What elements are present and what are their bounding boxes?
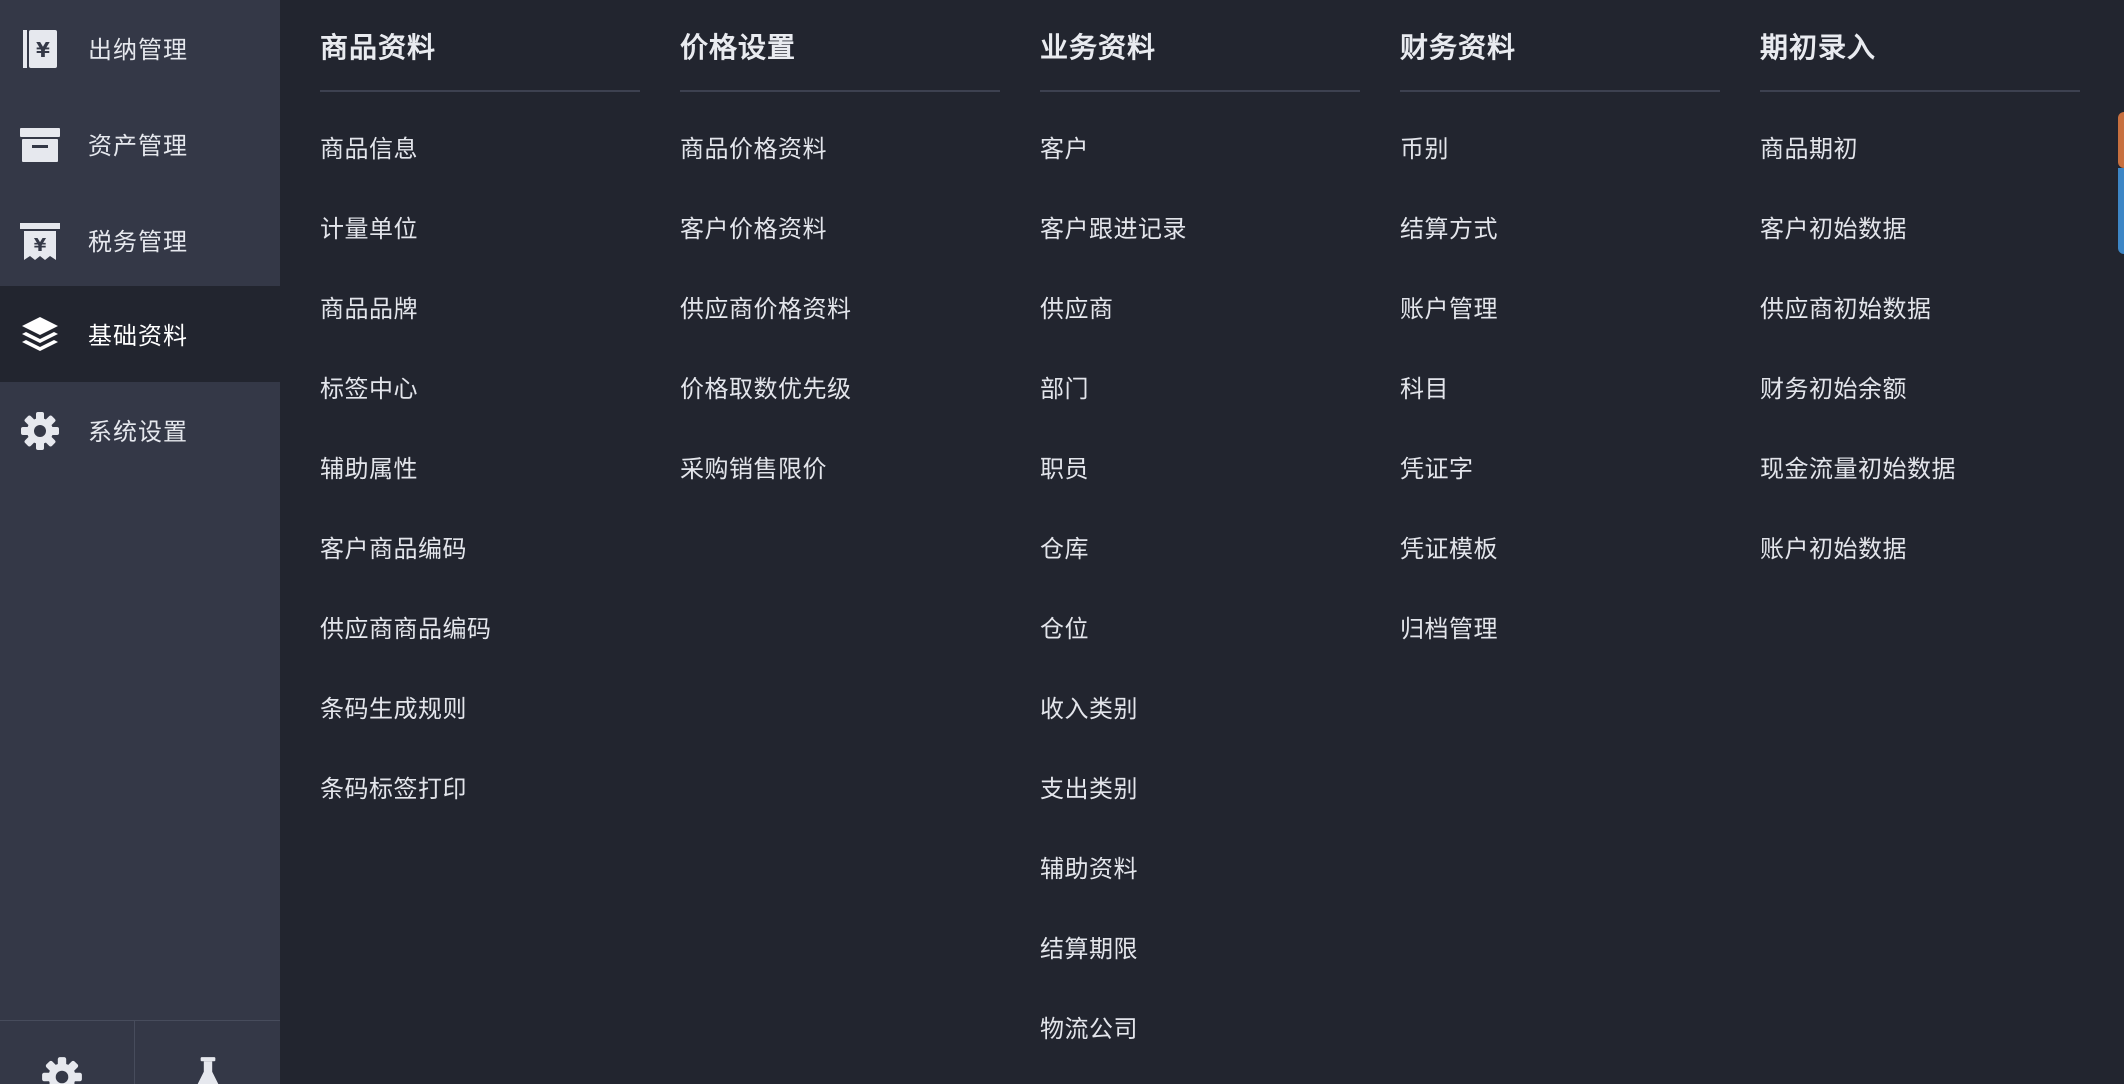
menu-item[interactable]: 客户价格资料	[680, 212, 827, 246]
menu-item[interactable]: 结算期限	[1040, 932, 1138, 966]
column-title: 商品资料	[320, 31, 437, 64]
menu-item[interactable]: 结算方式	[1400, 212, 1498, 246]
archive-box-icon	[19, 124, 61, 166]
sidebar: ¥ 出纳管理 资产管理 ¥ 税务管理 基础资料 系统设置	[0, 0, 280, 1084]
menu-item[interactable]: 辅助资料	[1040, 852, 1138, 886]
menu-item[interactable]: 物流公司	[1040, 1012, 1138, 1046]
sidebar-item-label: 出纳管理	[88, 36, 188, 64]
menu-item[interactable]: 供应商	[1040, 292, 1114, 326]
footer-divider	[134, 1021, 135, 1084]
gear-icon	[19, 410, 61, 452]
layers-icon	[19, 314, 61, 356]
menu-item[interactable]: 标签中心	[320, 372, 418, 406]
column-title: 价格设置	[680, 31, 797, 64]
menu-item[interactable]: 商品信息	[320, 132, 418, 166]
sidebar-item-label: 系统设置	[88, 418, 188, 446]
sidebar-item-label: 资产管理	[88, 132, 188, 160]
menu-item[interactable]: 条码标签打印	[320, 772, 467, 806]
menu-item[interactable]: 供应商价格资料	[680, 292, 852, 326]
sidebar-item-basic-data[interactable]: 基础资料	[0, 286, 280, 382]
menu-item[interactable]: 商品价格资料	[680, 132, 827, 166]
sidebar-item-tax[interactable]: ¥ 税务管理	[0, 192, 280, 288]
settings-gear-icon[interactable]	[40, 1055, 84, 1084]
menu-item[interactable]: 科目	[1400, 372, 1449, 406]
edge-accent-blue	[2118, 168, 2124, 254]
column-title: 业务资料	[1040, 31, 1157, 64]
menu-item[interactable]: 仓库	[1040, 532, 1089, 566]
edge-accent-orange	[2118, 112, 2124, 168]
column-divider	[320, 90, 640, 92]
sidebar-item-label: 税务管理	[88, 228, 188, 256]
column-divider	[1760, 90, 2080, 92]
menu-item[interactable]: 价格取数优先级	[680, 372, 852, 406]
tax-receipt-icon: ¥	[19, 220, 61, 262]
menu-item[interactable]: 账户初始数据	[1760, 532, 1907, 566]
menu-item[interactable]: 客户商品编码	[320, 532, 467, 566]
column-divider	[1400, 90, 1720, 92]
menu-item[interactable]: 收入类别	[1040, 692, 1138, 726]
menu-item[interactable]: 归档管理	[1400, 612, 1498, 646]
menu-item[interactable]: 凭证字	[1400, 452, 1474, 486]
menu-item[interactable]: 账户管理	[1400, 292, 1498, 326]
column-divider	[680, 90, 1000, 92]
menu-item[interactable]: 客户	[1040, 132, 1089, 166]
menu-item[interactable]: 财务初始余额	[1760, 372, 1907, 406]
sidebar-item-label: 基础资料	[88, 322, 188, 350]
sidebar-item-assets[interactable]: 资产管理	[0, 96, 280, 192]
menu-item[interactable]: 客户初始数据	[1760, 212, 1907, 246]
column-title: 期初录入	[1760, 31, 1877, 64]
cashier-book-icon: ¥	[19, 28, 61, 70]
menu-item[interactable]: 仓位	[1040, 612, 1089, 646]
menu-item[interactable]: 条码生成规则	[320, 692, 467, 726]
menu-item[interactable]: 商品期初	[1760, 132, 1858, 166]
menu-item[interactable]: 供应商商品编码	[320, 612, 492, 646]
menu-item[interactable]: 商品品牌	[320, 292, 418, 326]
menu-item[interactable]: 供应商初始数据	[1760, 292, 1932, 326]
menu-item[interactable]: 支出类别	[1040, 772, 1138, 806]
lab-flask-icon[interactable]	[186, 1055, 230, 1084]
menu-item[interactable]: 职员	[1040, 452, 1089, 486]
svg-text:¥: ¥	[36, 38, 50, 62]
menu-item[interactable]: 计量单位	[320, 212, 418, 246]
menu-item[interactable]: 现金流量初始数据	[1760, 452, 1956, 486]
menu-item[interactable]: 部门	[1040, 372, 1089, 406]
menu-item[interactable]: 币别	[1400, 132, 1449, 166]
menu-item[interactable]: 采购销售限价	[680, 452, 827, 486]
sidebar-footer	[0, 1020, 280, 1084]
sidebar-item-settings[interactable]: 系统设置	[0, 382, 280, 478]
menu-item[interactable]: 辅助属性	[320, 452, 418, 486]
column-divider	[1040, 90, 1360, 92]
column-title: 财务资料	[1400, 31, 1517, 64]
sidebar-item-cashier[interactable]: ¥ 出纳管理	[0, 0, 280, 96]
menu-item[interactable]: 客户跟进记录	[1040, 212, 1187, 246]
menu-item[interactable]: 凭证模板	[1400, 532, 1498, 566]
svg-text:¥: ¥	[34, 235, 47, 256]
